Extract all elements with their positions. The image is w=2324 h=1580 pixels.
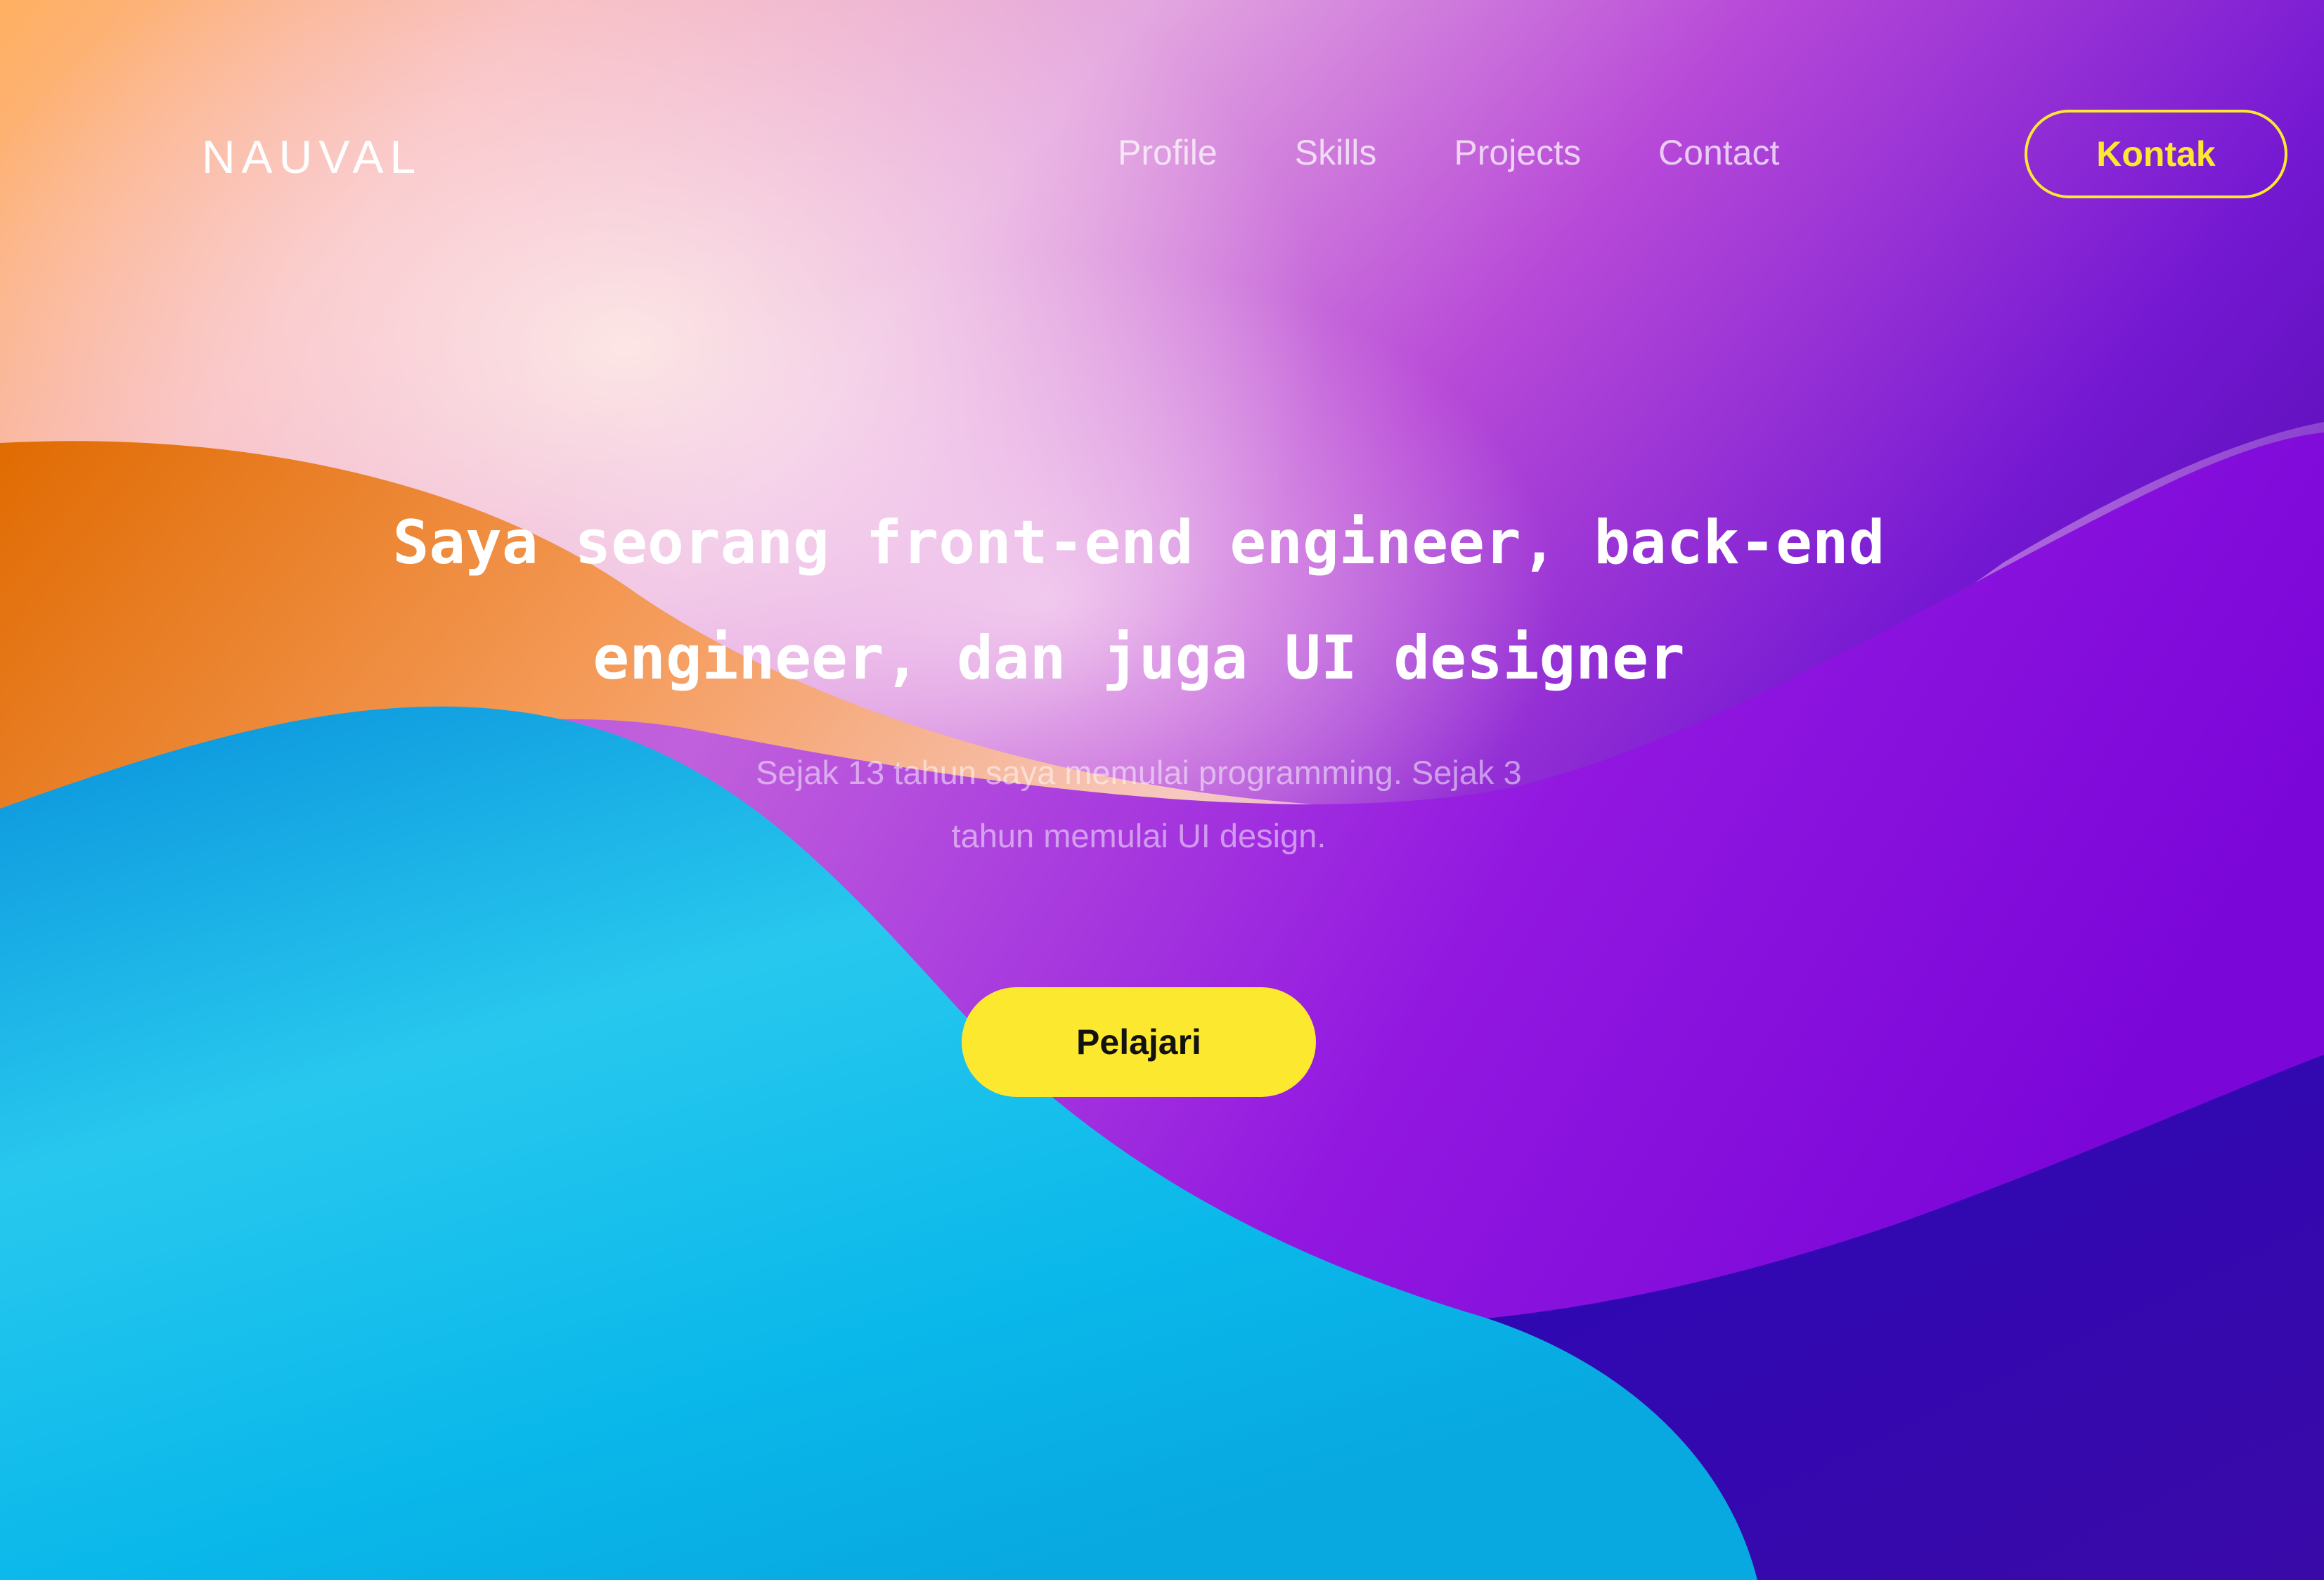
nav-link-contact[interactable]: Contact: [1658, 134, 1779, 172]
hero-title: Saya seorang front-end engineer, back-en…: [392, 508, 1885, 693]
hero-subtitle: Sejak 13 tahun saya memulai programming.…: [756, 754, 1522, 854]
pelajari-button[interactable]: Pelajari: [962, 987, 1316, 1097]
brand-logo[interactable]: NAUVAL: [202, 134, 422, 180]
kontak-button[interactable]: Kontak: [2025, 110, 2287, 198]
nav-link-projects[interactable]: Projects: [1454, 134, 1581, 172]
main-nav: Profile Skills Projects Contact: [1118, 134, 1779, 172]
nav-link-skills[interactable]: Skills: [1295, 134, 1377, 172]
page: NAUVAL Profile Skills Projects Contact K…: [0, 0, 2324, 1580]
nav-link-profile[interactable]: Profile: [1118, 134, 1218, 172]
